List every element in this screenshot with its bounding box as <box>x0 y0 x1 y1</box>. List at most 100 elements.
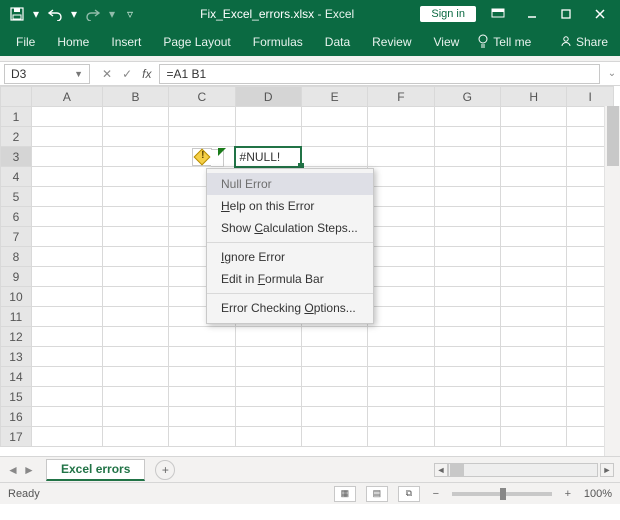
cell[interactable] <box>434 247 500 267</box>
row-header[interactable]: 6 <box>1 207 32 227</box>
cell[interactable] <box>501 207 567 227</box>
tab-file[interactable]: File <box>12 35 39 49</box>
cell[interactable] <box>102 367 168 387</box>
cell[interactable] <box>368 207 434 227</box>
menu-item-help-on-error[interactable]: Help on this Error <box>207 195 373 217</box>
tell-me[interactable]: Tell me <box>477 34 531 51</box>
cell[interactable] <box>31 327 102 347</box>
cell[interactable] <box>501 227 567 247</box>
name-box-dropdown-icon[interactable]: ▼ <box>74 69 83 79</box>
cell[interactable] <box>301 427 367 447</box>
cell[interactable] <box>31 247 102 267</box>
row-header[interactable]: 12 <box>1 327 32 347</box>
row-header[interactable]: 16 <box>1 407 32 427</box>
cancel-icon[interactable]: ✕ <box>102 67 112 81</box>
cell[interactable] <box>31 127 102 147</box>
cell[interactable] <box>501 247 567 267</box>
cell[interactable] <box>434 307 500 327</box>
save-icon[interactable] <box>8 5 26 23</box>
cell[interactable] <box>31 107 102 127</box>
cell[interactable] <box>301 367 367 387</box>
cell[interactable] <box>102 247 168 267</box>
cell[interactable] <box>368 347 434 367</box>
cell[interactable] <box>501 387 567 407</box>
cell[interactable] <box>235 367 301 387</box>
cell[interactable] <box>501 327 567 347</box>
cell[interactable] <box>235 387 301 407</box>
cell[interactable] <box>301 147 367 167</box>
cell[interactable] <box>434 267 500 287</box>
insert-function-icon[interactable]: fx <box>142 67 151 81</box>
cell[interactable] <box>31 367 102 387</box>
close-icon[interactable] <box>588 2 612 26</box>
cell[interactable] <box>368 307 434 327</box>
tab-formulas[interactable]: Formulas <box>249 35 307 49</box>
cell[interactable] <box>368 427 434 447</box>
row-header[interactable]: 13 <box>1 347 32 367</box>
cell[interactable] <box>301 127 367 147</box>
cell[interactable] <box>31 207 102 227</box>
cell[interactable] <box>501 427 567 447</box>
cell[interactable] <box>31 167 102 187</box>
cell[interactable]: #NULL! <box>235 147 301 167</box>
col-header[interactable]: H <box>501 87 567 107</box>
row-header[interactable]: 2 <box>1 127 32 147</box>
cell[interactable] <box>301 387 367 407</box>
col-header[interactable]: B <box>102 87 168 107</box>
cell[interactable] <box>102 207 168 227</box>
cell[interactable] <box>31 307 102 327</box>
view-page-break-icon[interactable]: ⧉ <box>398 486 420 502</box>
cell[interactable] <box>102 387 168 407</box>
zoom-out-icon[interactable]: − <box>430 488 442 500</box>
cell[interactable] <box>434 347 500 367</box>
cell[interactable] <box>368 107 434 127</box>
sign-in-button[interactable]: Sign in <box>420 6 476 22</box>
scroll-right-icon[interactable]: ► <box>600 463 614 477</box>
cell[interactable] <box>501 187 567 207</box>
cell[interactable] <box>102 227 168 247</box>
zoom-in-icon[interactable]: + <box>562 488 574 500</box>
share-button[interactable]: Share <box>560 35 608 50</box>
cell[interactable] <box>434 387 500 407</box>
cell[interactable] <box>169 127 235 147</box>
tab-data[interactable]: Data <box>321 35 354 49</box>
menu-item-edit-in-formula-bar[interactable]: Edit in Formula Bar <box>207 268 373 290</box>
select-all-corner[interactable] <box>1 87 32 107</box>
menu-item-null-error[interactable]: Null Error <box>207 173 373 195</box>
cell[interactable] <box>501 407 567 427</box>
qat-more-icon[interactable]: ▿ <box>126 7 134 21</box>
cell[interactable] <box>368 327 434 347</box>
cell[interactable] <box>434 327 500 347</box>
cell[interactable] <box>368 247 434 267</box>
cell[interactable] <box>368 287 434 307</box>
formula-bar-expand-icon[interactable]: ⌄ <box>604 68 620 79</box>
cell[interactable] <box>368 147 434 167</box>
cell[interactable] <box>102 407 168 427</box>
redo-icon[interactable] <box>84 5 102 23</box>
cell[interactable] <box>235 347 301 367</box>
cell[interactable] <box>235 127 301 147</box>
cell[interactable] <box>169 327 235 347</box>
cell[interactable] <box>501 347 567 367</box>
zoom-slider[interactable] <box>452 492 552 496</box>
cell[interactable] <box>31 267 102 287</box>
cell[interactable] <box>102 167 168 187</box>
col-header[interactable]: A <box>31 87 102 107</box>
sheet-tab-active[interactable]: Excel errors <box>46 459 145 481</box>
enter-icon[interactable]: ✓ <box>122 67 132 81</box>
cell[interactable] <box>31 187 102 207</box>
cell[interactable] <box>434 167 500 187</box>
cell[interactable] <box>501 147 567 167</box>
name-box[interactable]: D3 ▼ <box>4 64 90 84</box>
view-normal-icon[interactable]: ▦ <box>334 486 356 502</box>
cell[interactable] <box>235 107 301 127</box>
cell[interactable] <box>368 367 434 387</box>
cell[interactable] <box>368 387 434 407</box>
cell[interactable] <box>501 127 567 147</box>
redo-dropdown-icon[interactable]: ▾ <box>108 7 116 21</box>
cell[interactable] <box>235 407 301 427</box>
cell[interactable] <box>368 407 434 427</box>
cell[interactable] <box>31 227 102 247</box>
cell[interactable] <box>434 367 500 387</box>
row-header[interactable]: 4 <box>1 167 32 187</box>
